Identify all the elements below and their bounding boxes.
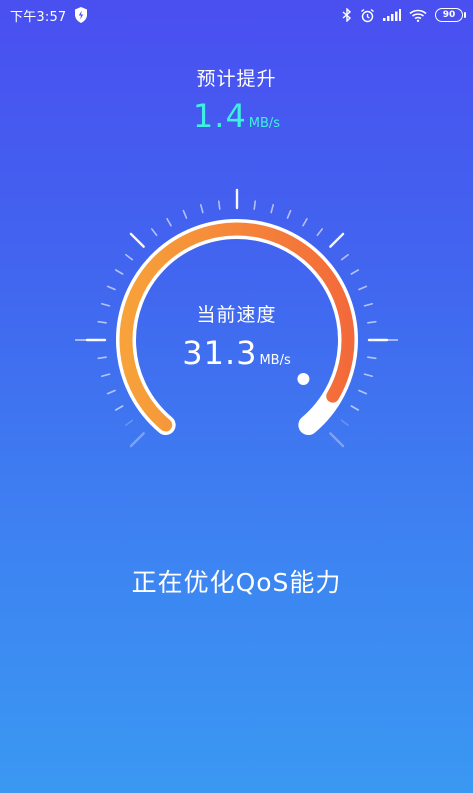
gauge-minor-tick [253,200,257,210]
gauge-minor-tick [114,269,124,275]
gauge-minor-tick [358,285,368,291]
gauge-minor-tick [182,209,188,219]
gauge-minor-tick [106,285,116,291]
gauge-minor-tick [316,228,324,237]
current-speed-label: 当前速度 [196,304,277,326]
current-speed-unit: MB/s [259,353,291,368]
gauge-minor-tick [340,419,349,427]
gauge-minor-tick [270,203,275,214]
gauge-minor-tick [340,253,349,261]
gauge-indicator-dot [297,372,310,385]
gauge-minor-tick [358,389,368,395]
optimizing-status-text: 正在优化QoS能力 [131,568,342,597]
gauge-minor-tick [363,373,374,378]
gauge-minor-tick [302,217,308,227]
gauge-major-tick [329,232,345,248]
gauge-minor-tick [125,253,134,261]
gauge-minor-tick [286,209,292,219]
gauge-minor-tick [150,228,158,237]
gauge-minor-tick [350,269,360,275]
speed-gauge [75,188,398,448]
gauge-minor-tick [350,405,360,411]
gauge-minor-tick [217,200,221,210]
gauge-minor-tick [114,405,124,411]
gauge-minor-tick [166,217,172,227]
gauge-major-tick [129,432,145,448]
gauge-minor-tick [106,389,116,395]
current-speed-value: 31.3 [182,334,258,372]
gauge-progress-arc [119,222,355,432]
current-speed: 31.3 MB/s [0,334,473,372]
gauge-major-tick [129,232,145,248]
gauge-minor-tick [100,373,111,378]
gauge-minor-tick [125,419,134,427]
gauge-minor-tick [199,203,204,214]
gauge-major-tick [329,432,345,448]
